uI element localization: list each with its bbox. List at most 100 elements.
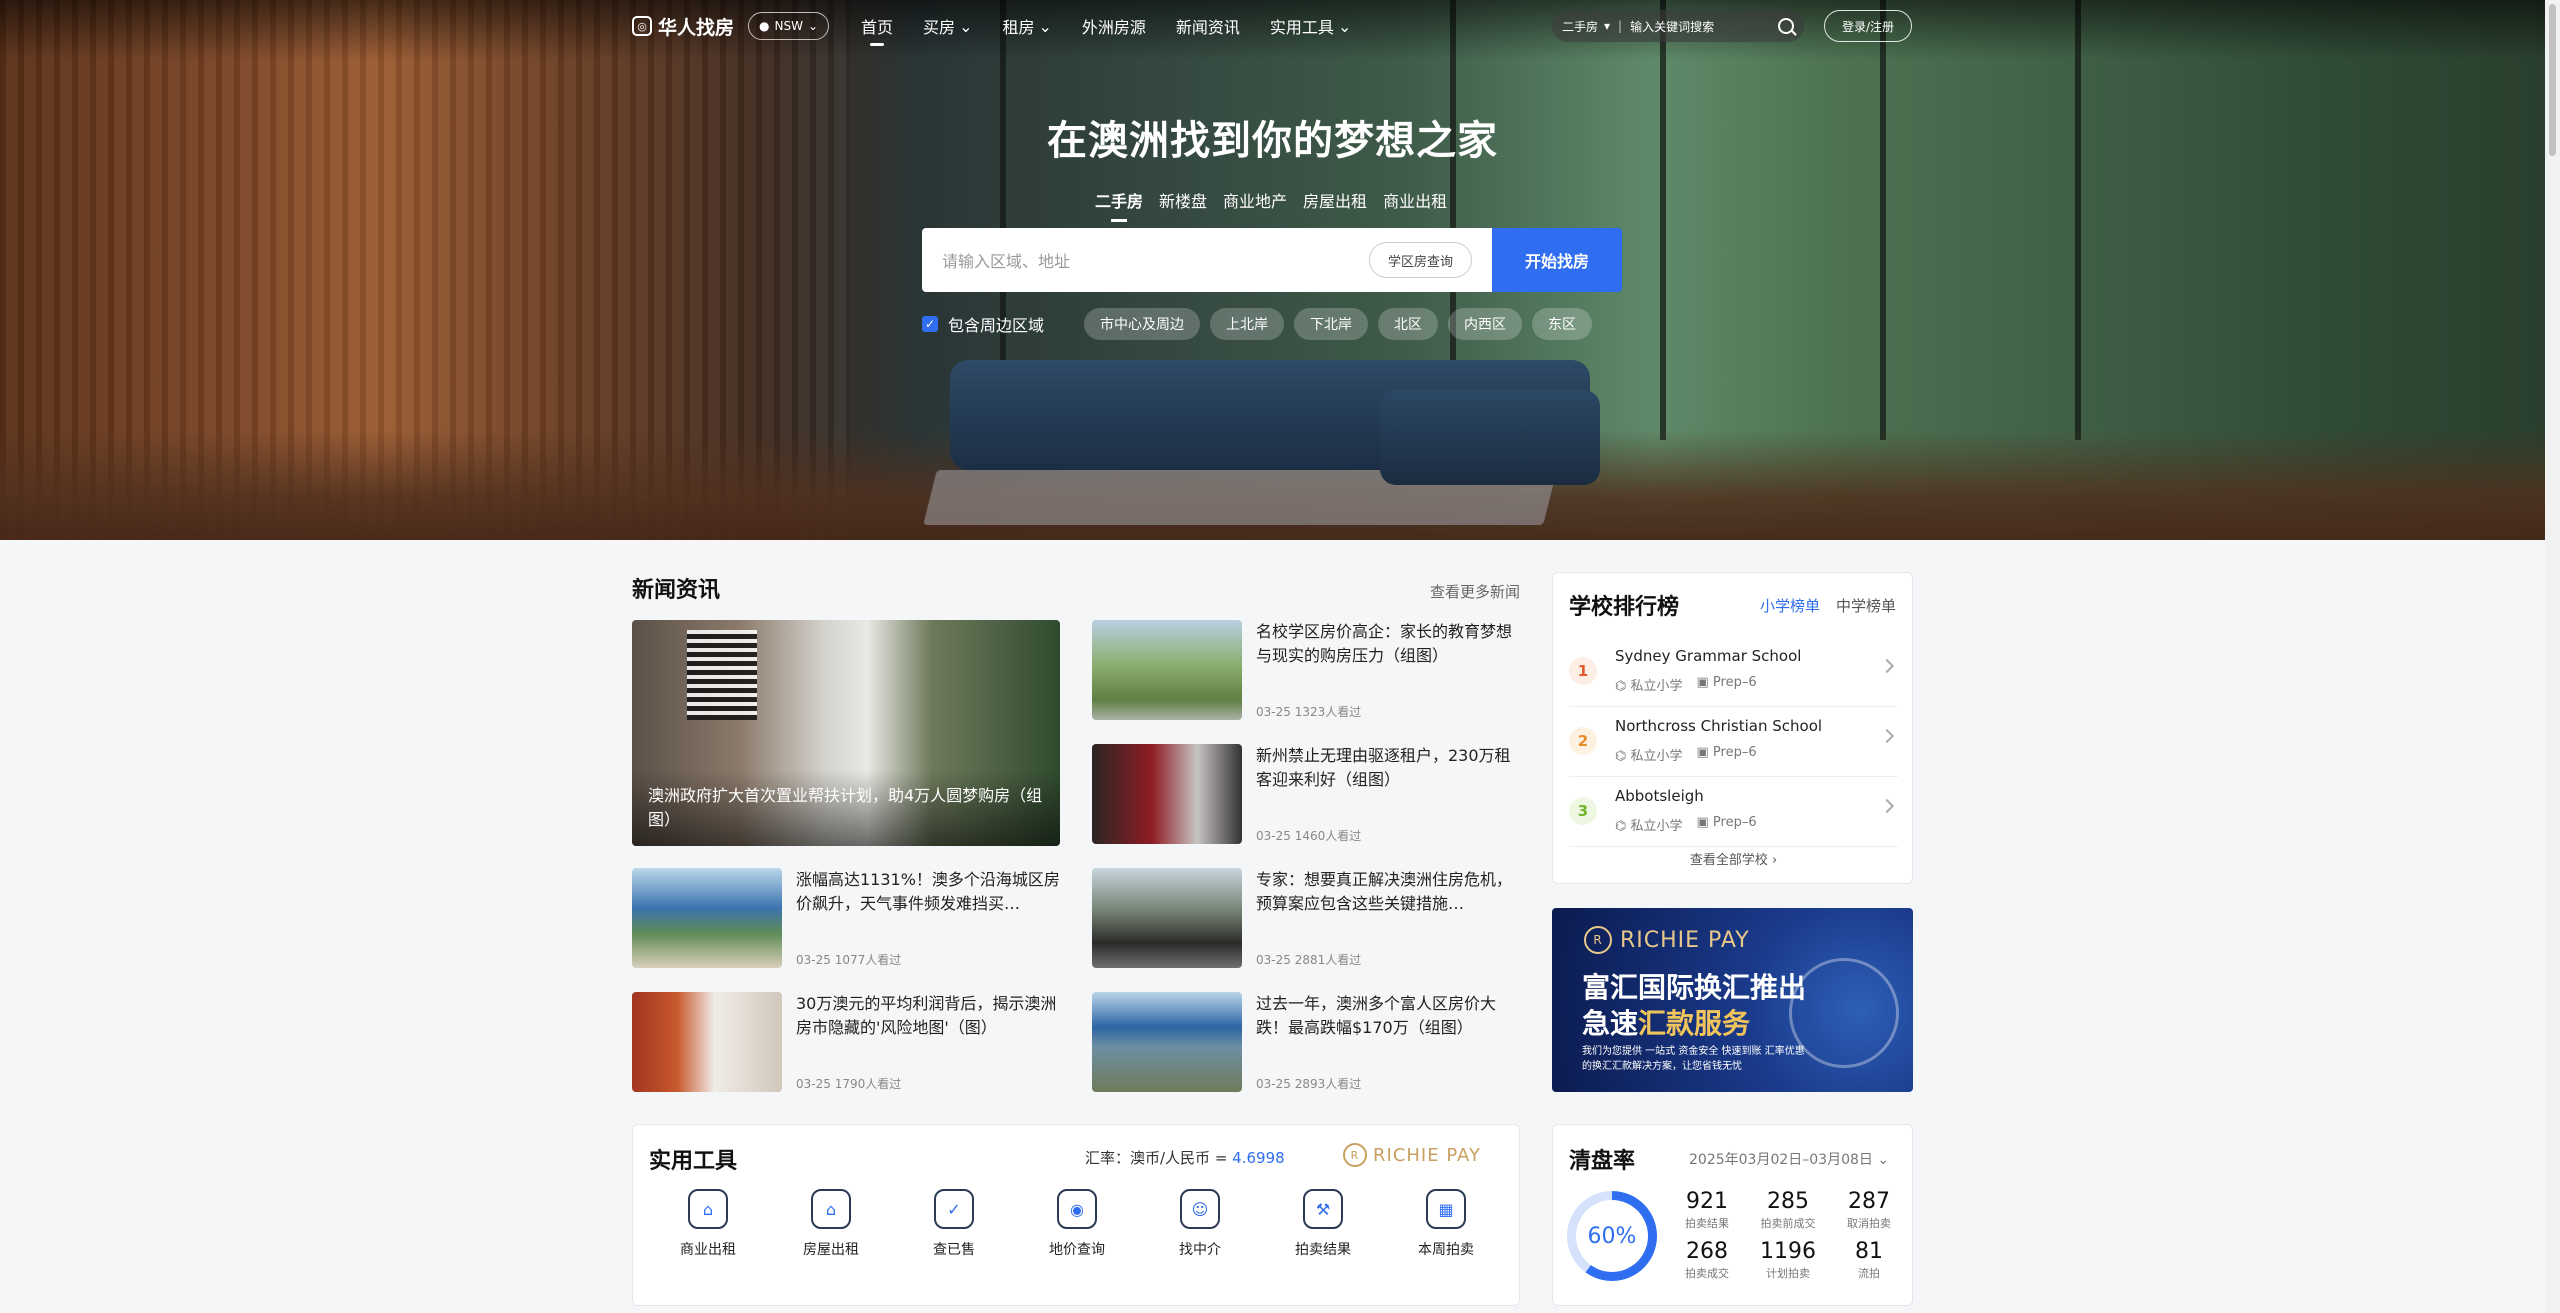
chevron-right-icon: [1879, 798, 1895, 814]
clearance-stat-label: 拍卖结果: [1685, 1217, 1729, 1230]
news-date: 03-25: [1256, 1077, 1291, 1091]
ad-subtext-line1: 我们为您提供 一站式 资金安全 快速到账 汇率优惠: [1582, 1046, 1805, 1057]
clearance-stat: 921 拍卖结果: [1665, 1189, 1749, 1231]
nav-link-label: 外洲房源: [1081, 18, 1146, 37]
nav-search-box[interactable]: 二手房 ▾ | 输入关键词搜索: [1552, 10, 1804, 42]
news-list-item[interactable]: 名校学区房价高企：家长的教育梦想与现实的购房压力（组图） 03-25 1323人看…: [1092, 620, 1520, 720]
page-scrollbar-thumb[interactable]: [2549, 4, 2556, 156]
tool-label: 地价查询: [1049, 1242, 1105, 1258]
nav-link-0[interactable]: 首页: [861, 14, 893, 46]
view-all-schools-link[interactable]: 查看全部学校 ›: [1553, 849, 1914, 868]
tool-item[interactable]: ⚒ 拍卖结果: [1268, 1189, 1378, 1259]
school-search-button[interactable]: 学区房查询: [1368, 242, 1472, 278]
news-thumbnail: [632, 992, 782, 1092]
clearance-date-label: 2025年03月02日–03月08日: [1689, 1152, 1873, 1168]
tool-item[interactable]: ✓ 查已售: [899, 1189, 1009, 1259]
school-grade: ▣ Prep–6: [1697, 745, 1757, 764]
exchange-rate-value: 4.6998: [1232, 1149, 1285, 1167]
ad-brand: R RICHIE PAY: [1584, 926, 1750, 954]
region-label: NSW: [774, 19, 803, 33]
login-button[interactable]: 登录/注册: [1824, 10, 1912, 42]
school-list-item[interactable]: 1 Sydney Grammar School ⌬ 私立小学 ▣ Prep–6: [1569, 637, 1898, 707]
richie-pay-ad-banner[interactable]: R RICHIE PAY 富汇国际换汇推出 急速汇款服务 我们为您提供 一站式 …: [1552, 908, 1913, 1092]
news-meta: 03-25 1077人看过: [796, 951, 901, 968]
school-type: ⌬ 私立小学: [1615, 675, 1683, 694]
news-views: 2881人看过: [1294, 953, 1362, 967]
include-nearby-checkbox[interactable]: ✓: [922, 316, 938, 332]
area-chip[interactable]: 上北岸: [1210, 308, 1285, 340]
area-chip[interactable]: 东区: [1532, 308, 1593, 340]
news-thumbnail: [1092, 620, 1242, 720]
search-icon[interactable]: [1778, 18, 1794, 34]
include-nearby-label[interactable]: 包含周边区域: [948, 312, 1044, 336]
more-news-link[interactable]: 查看更多新闻: [1430, 581, 1520, 602]
school-type-label: 私立小学: [1630, 749, 1683, 764]
hero-tab-1[interactable]: 新楼盘: [1159, 188, 1207, 212]
clearance-title: 清盘率: [1569, 1149, 1636, 1174]
tool-items: ⌂ 商业出租 ⌂ 房屋出租 ✓ 查已售 ◉ 地价查询 ☺ 找中介 ⚒ 拍卖结果 ▦ 本周拍卖: [633, 1189, 1521, 1259]
site-logo[interactable]: ◎ 华人找房: [632, 13, 734, 40]
hero-tab-4[interactable]: 商业出租: [1383, 188, 1447, 212]
school-tab-0[interactable]: 小学榜单: [1760, 595, 1820, 616]
clearance-stat-value: 921: [1686, 1189, 1728, 1214]
region-selector[interactable]: ● NSW ⌄: [748, 12, 830, 40]
nav-link-1[interactable]: 买房 ⌄: [923, 14, 972, 38]
school-list-item[interactable]: 3 Abbotsleigh ⌬ 私立小学 ▣ Prep–6: [1569, 777, 1898, 847]
hero-tab-2[interactable]: 商业地产: [1223, 188, 1287, 212]
hero-window-frame: [1660, 0, 1666, 440]
news-list-item[interactable]: 新州禁止无理由驱逐租户，230万租客迎来利好（组图） 03-25 1460人看过: [1092, 744, 1520, 844]
building-icon: ▣: [1696, 675, 1713, 690]
nav-link-2[interactable]: 租房 ⌄: [1002, 14, 1051, 38]
clearance-stat-label: 取消拍卖: [1847, 1217, 1891, 1230]
chevron-down-icon: ⌄: [959, 16, 973, 36]
hero-sofa-chaise: [1380, 390, 1600, 485]
tool-item[interactable]: ▦ 本周拍卖: [1391, 1189, 1501, 1259]
clearance-stat-label: 拍卖成交: [1685, 1267, 1729, 1280]
news-list-item[interactable]: 涨幅高达1131%！澳多个沿海城区房价飙升，天气事件频发难挡买… 03-25 10…: [632, 868, 1060, 968]
tool-label: 找中介: [1179, 1242, 1221, 1258]
school-tab-1[interactable]: 中学榜单: [1836, 595, 1896, 616]
tool-item[interactable]: ⌂ 房屋出租: [776, 1189, 886, 1259]
school-type: ⌬ 私立小学: [1615, 745, 1683, 764]
clearance-date-range[interactable]: 2025年03月02日–03月08日 ⌄: [1689, 1149, 1889, 1169]
news-title: 专家：想要真正解决澳洲住房危机，预算案应包含这些关键措施…: [1256, 870, 1513, 913]
nav-search-input[interactable]: 输入关键词搜索: [1630, 18, 1714, 35]
school-list-item[interactable]: 2 Northcross Christian School ⌬ 私立小学 ▣ Prep…: [1569, 707, 1898, 777]
featured-news-card[interactable]: 澳洲政府扩大首次置业帮扶计划，助4万人圆梦购房（组图）: [632, 620, 1060, 846]
nav-search-type[interactable]: 二手房: [1562, 18, 1598, 35]
news-date: 03-25: [796, 953, 831, 967]
nav-link-3[interactable]: 外洲房源: [1082, 14, 1146, 38]
school-grade-label: Prep–6: [1712, 815, 1757, 830]
news-list-item[interactable]: 过去一年，澳洲多个富人区房价大跌！最高跌幅$170万（组图） 03-25 2893…: [1092, 992, 1520, 1092]
start-search-button[interactable]: 开始找房: [1492, 228, 1622, 292]
page-scrollbar[interactable]: [2545, 0, 2560, 1313]
tool-item[interactable]: ◉ 地价查询: [1022, 1189, 1132, 1259]
hero-title: 在澳洲找到你的梦想之家: [1047, 118, 1498, 164]
area-chip[interactable]: 北区: [1378, 308, 1439, 340]
building-icon: ▣: [1696, 815, 1713, 830]
hero-tab-3[interactable]: 房屋出租: [1303, 188, 1367, 212]
clearance-rate-value: 60%: [1587, 1223, 1637, 1249]
clearance-stat-value: 81: [1855, 1239, 1883, 1264]
tool-item[interactable]: ⌂ 商业出租: [653, 1189, 763, 1259]
area-chip[interactable]: 下北岸: [1294, 308, 1369, 340]
house-icon: ⌂: [811, 1189, 851, 1229]
area-chip[interactable]: 市中心及周边: [1084, 308, 1201, 340]
news-date: 03-25: [796, 1077, 831, 1091]
news-meta: 03-25 1460人看过: [1256, 827, 1361, 844]
clearance-stat: 285 拍卖前成交: [1746, 1189, 1830, 1231]
school-ranking-title: 学校排行榜: [1569, 595, 1680, 620]
news-meta: 03-25 1323人看过: [1256, 703, 1361, 720]
richie-pay-logo[interactable]: R RICHIE PAY: [1343, 1143, 1481, 1167]
news-list-item[interactable]: 30万澳元的平均利润背后，揭示澳洲房市隐藏的'风险地图'（图） 03-25 179…: [632, 992, 1060, 1092]
chevron-down-icon: ▾: [1604, 19, 1611, 33]
area-chip[interactable]: 内西区: [1448, 308, 1523, 340]
nav-link-5[interactable]: 实用工具 ⌄: [1270, 14, 1351, 38]
hero-tab-0[interactable]: 二手房: [1095, 188, 1143, 222]
news-list-item[interactable]: 专家：想要真正解决澳洲住房危机，预算案应包含这些关键措施… 03-25 2881人…: [1092, 868, 1520, 968]
nav-link-4[interactable]: 新闻资讯: [1176, 14, 1240, 38]
hero-search-input[interactable]: 请输入区域、地址 学区房查询: [922, 228, 1492, 292]
tool-item[interactable]: ☺ 找中介: [1145, 1189, 1255, 1259]
location-pin-icon: ●: [759, 19, 770, 33]
news-meta: 03-25 2881人看过: [1256, 951, 1361, 968]
